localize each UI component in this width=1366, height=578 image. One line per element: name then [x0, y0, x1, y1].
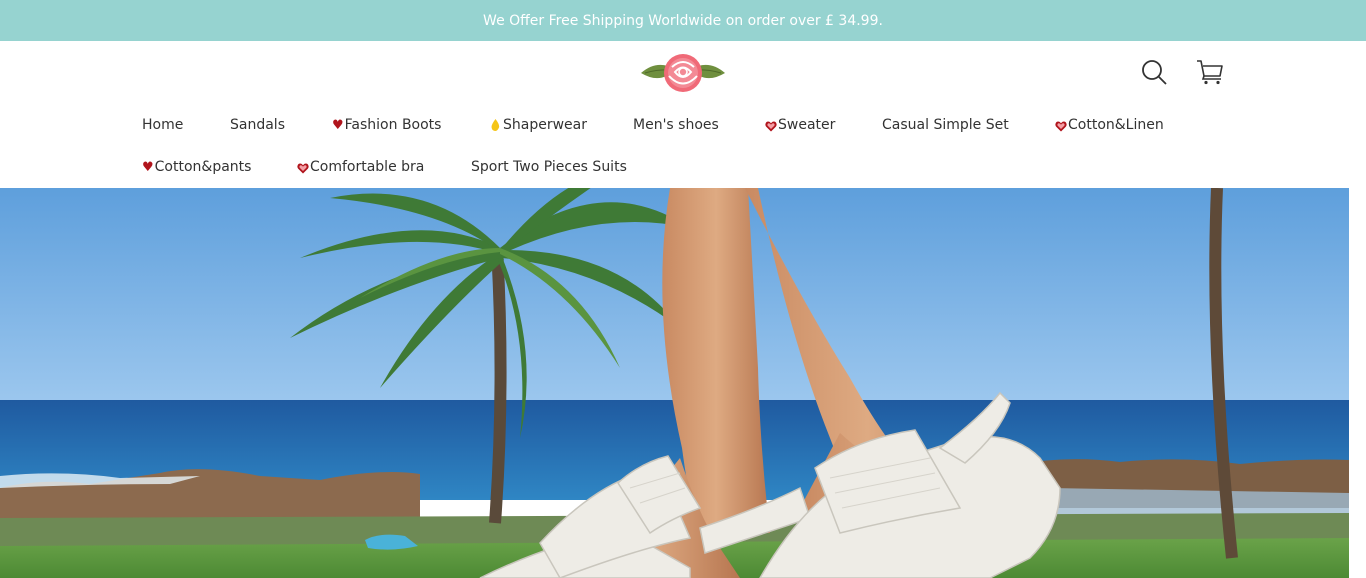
announcement-text: We Offer Free Shipping Worldwide on orde…: [483, 12, 883, 29]
nav-item-mens-shoes[interactable]: Men's shoes: [633, 115, 719, 135]
nav-item-casual-simple-set[interactable]: Casual Simple Set: [882, 115, 1009, 135]
nav-item-label: Men's shoes: [633, 117, 719, 133]
nav-item-label: Casual Simple Set: [882, 117, 1009, 133]
nav-item-label: Cotton&Linen: [1068, 117, 1164, 133]
drop-icon: [491, 119, 500, 131]
nav-item-shaperwear[interactable]: Shaperwear: [491, 115, 587, 135]
sandals-beach-hero-image[interactable]: [0, 188, 1349, 578]
heart-icon: ♥: [142, 159, 154, 175]
nav-item-comfortable-bra[interactable]: Comfortable bra: [297, 157, 424, 177]
nav-item-label: Comfortable bra: [310, 159, 425, 175]
search-icon[interactable]: [1140, 58, 1168, 86]
site-header: Home Sandals ♥ Fashion Boots Shaperwear …: [0, 41, 1366, 188]
nav-item-sport-two-pieces-suits[interactable]: Sport Two Pieces Suits: [471, 157, 627, 177]
nav-item-label: Shaperwear: [503, 117, 587, 133]
nav-item-label: Cotton&pants: [154, 159, 252, 175]
heart-outline-icon: [1055, 120, 1067, 131]
nav-item-label: Sandals: [230, 117, 285, 133]
nav-item-fashion-boots[interactable]: ♥ Fashion Boots: [332, 115, 441, 135]
heart-outline-icon: [765, 120, 777, 131]
nav-item-label: Sport Two Pieces Suits: [471, 159, 627, 175]
nav-item-sandals[interactable]: Sandals: [230, 115, 285, 135]
scrollbar-track[interactable]: [1349, 188, 1366, 578]
heart-icon: ♥: [332, 117, 344, 133]
rose-logo-icon[interactable]: [639, 51, 727, 97]
nav-item-label: Home: [142, 117, 184, 133]
nav-item-label: Sweater: [778, 117, 836, 133]
nav-item-cotton-pants[interactable]: ♥ Cotton&pants: [142, 157, 251, 177]
nav-item-sweater[interactable]: Sweater: [765, 115, 835, 135]
announcement-bar: We Offer Free Shipping Worldwide on orde…: [0, 0, 1366, 41]
nav-item-home[interactable]: Home: [142, 115, 183, 135]
heart-outline-icon: [297, 162, 309, 173]
nav-item-cotton-linen[interactable]: Cotton&Linen: [1055, 115, 1164, 135]
cart-icon[interactable]: [1195, 58, 1225, 86]
nav-item-label: Fashion Boots: [344, 117, 442, 133]
